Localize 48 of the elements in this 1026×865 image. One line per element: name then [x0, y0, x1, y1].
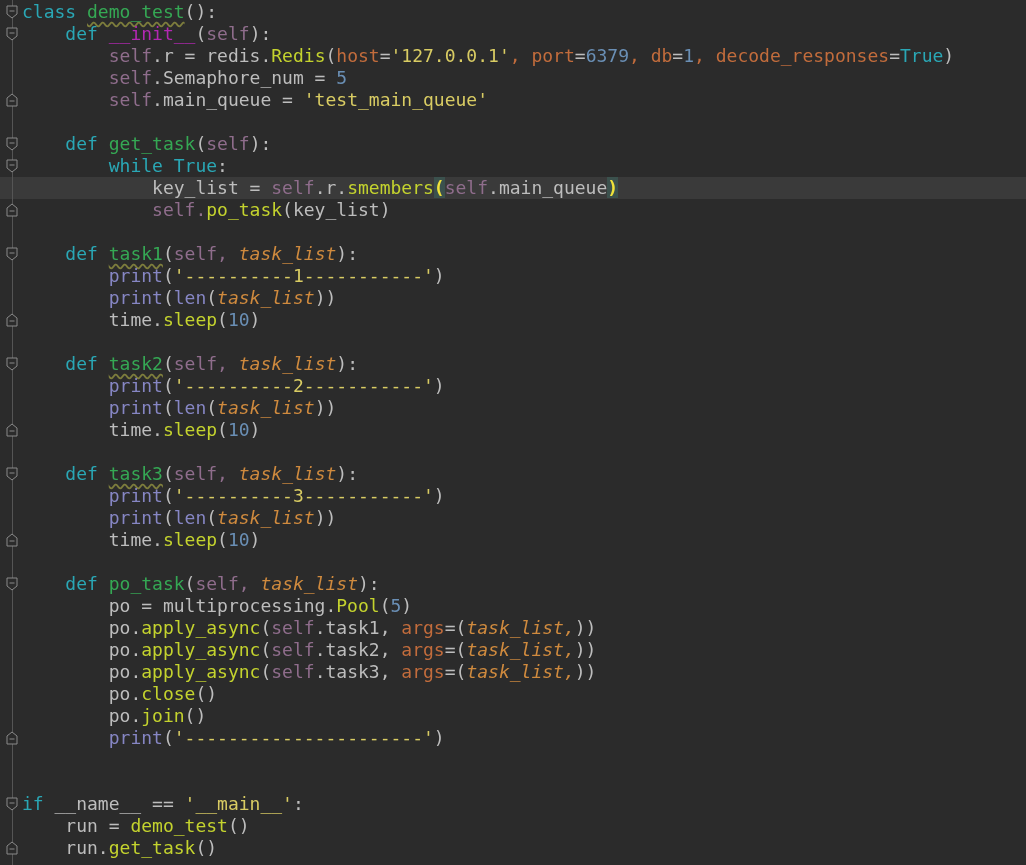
- code-line: def po_task(self, task_list):: [65, 573, 380, 595]
- code-line: def task2(self, task_list):: [65, 353, 358, 375]
- fold-marker-icon[interactable]: [6, 247, 18, 261]
- fold-marker-icon[interactable]: [6, 533, 18, 547]
- code-line: class demo_test():: [22, 1, 218, 23]
- code-line: po.close(): [108, 683, 218, 705]
- code-line: po.join(): [108, 705, 207, 727]
- code-line: print(len(task_list)): [108, 287, 337, 309]
- fold-marker-icon[interactable]: [6, 27, 18, 41]
- code-line: time.sleep(10): [108, 529, 261, 551]
- code-line: print(len(task_list)): [108, 507, 337, 529]
- code-line: run = demo_test(): [65, 815, 250, 837]
- code-line: self.main_queue = 'test_main_queue': [108, 89, 488, 111]
- code-line: def task1(self, task_list):: [65, 243, 358, 265]
- fold-marker-icon[interactable]: [6, 423, 18, 437]
- code-line: print('----------1-----------'): [108, 265, 445, 287]
- code-line: def get_task(self):: [65, 133, 272, 155]
- fold-marker-icon[interactable]: [6, 5, 18, 19]
- code-line: print('----------3-----------'): [108, 485, 445, 507]
- fold-marker-icon[interactable]: [6, 93, 18, 107]
- fold-marker-icon[interactable]: [6, 467, 18, 481]
- code-line: time.sleep(10): [108, 309, 261, 331]
- code-line: po.apply_async(self.task3, args=(task_list,)): [108, 661, 597, 683]
- code-line: print('----------2-----------'): [108, 375, 445, 397]
- fold-marker-icon[interactable]: [6, 313, 18, 327]
- fold-marker-icon[interactable]: [6, 797, 18, 811]
- fold-marker-icon[interactable]: [6, 841, 18, 855]
- fold-marker-icon[interactable]: [6, 577, 18, 591]
- fold-marker-icon[interactable]: [6, 137, 18, 151]
- code-line: print('----------------------'): [108, 727, 445, 749]
- code-line: self.po_task(key_list): [152, 199, 391, 221]
- code-line: key_list = self.r.smembers(self.main_queue): [152, 177, 619, 199]
- code-line: self.r = redis.Redis(host='127.0.0.1', port=6379, db=1, decode_responses=True): [108, 45, 955, 67]
- code-line: time.sleep(10): [108, 419, 261, 441]
- code-line: run.get_task(): [65, 837, 218, 859]
- fold-marker-icon[interactable]: [6, 731, 18, 745]
- code-line: def task3(self, task_list):: [65, 463, 358, 485]
- code-line: while True:: [108, 155, 228, 177]
- fold-marker-icon[interactable]: [6, 159, 18, 173]
- code-line: if __name__ == '__main__':: [22, 793, 304, 815]
- code-line: po.apply_async(self.task2, args=(task_list,)): [108, 639, 597, 661]
- code-line: po = multiprocessing.Pool(5): [108, 595, 413, 617]
- fold-marker-icon[interactable]: [6, 203, 18, 217]
- fold-marker-icon[interactable]: [6, 357, 18, 371]
- code-line: self.Semaphore_num = 5: [108, 67, 348, 89]
- code-line: def __init__(self):: [65, 23, 272, 45]
- code-line: po.apply_async(self.task1, args=(task_list,)): [108, 617, 597, 639]
- code-line: print(len(task_list)): [108, 397, 337, 419]
